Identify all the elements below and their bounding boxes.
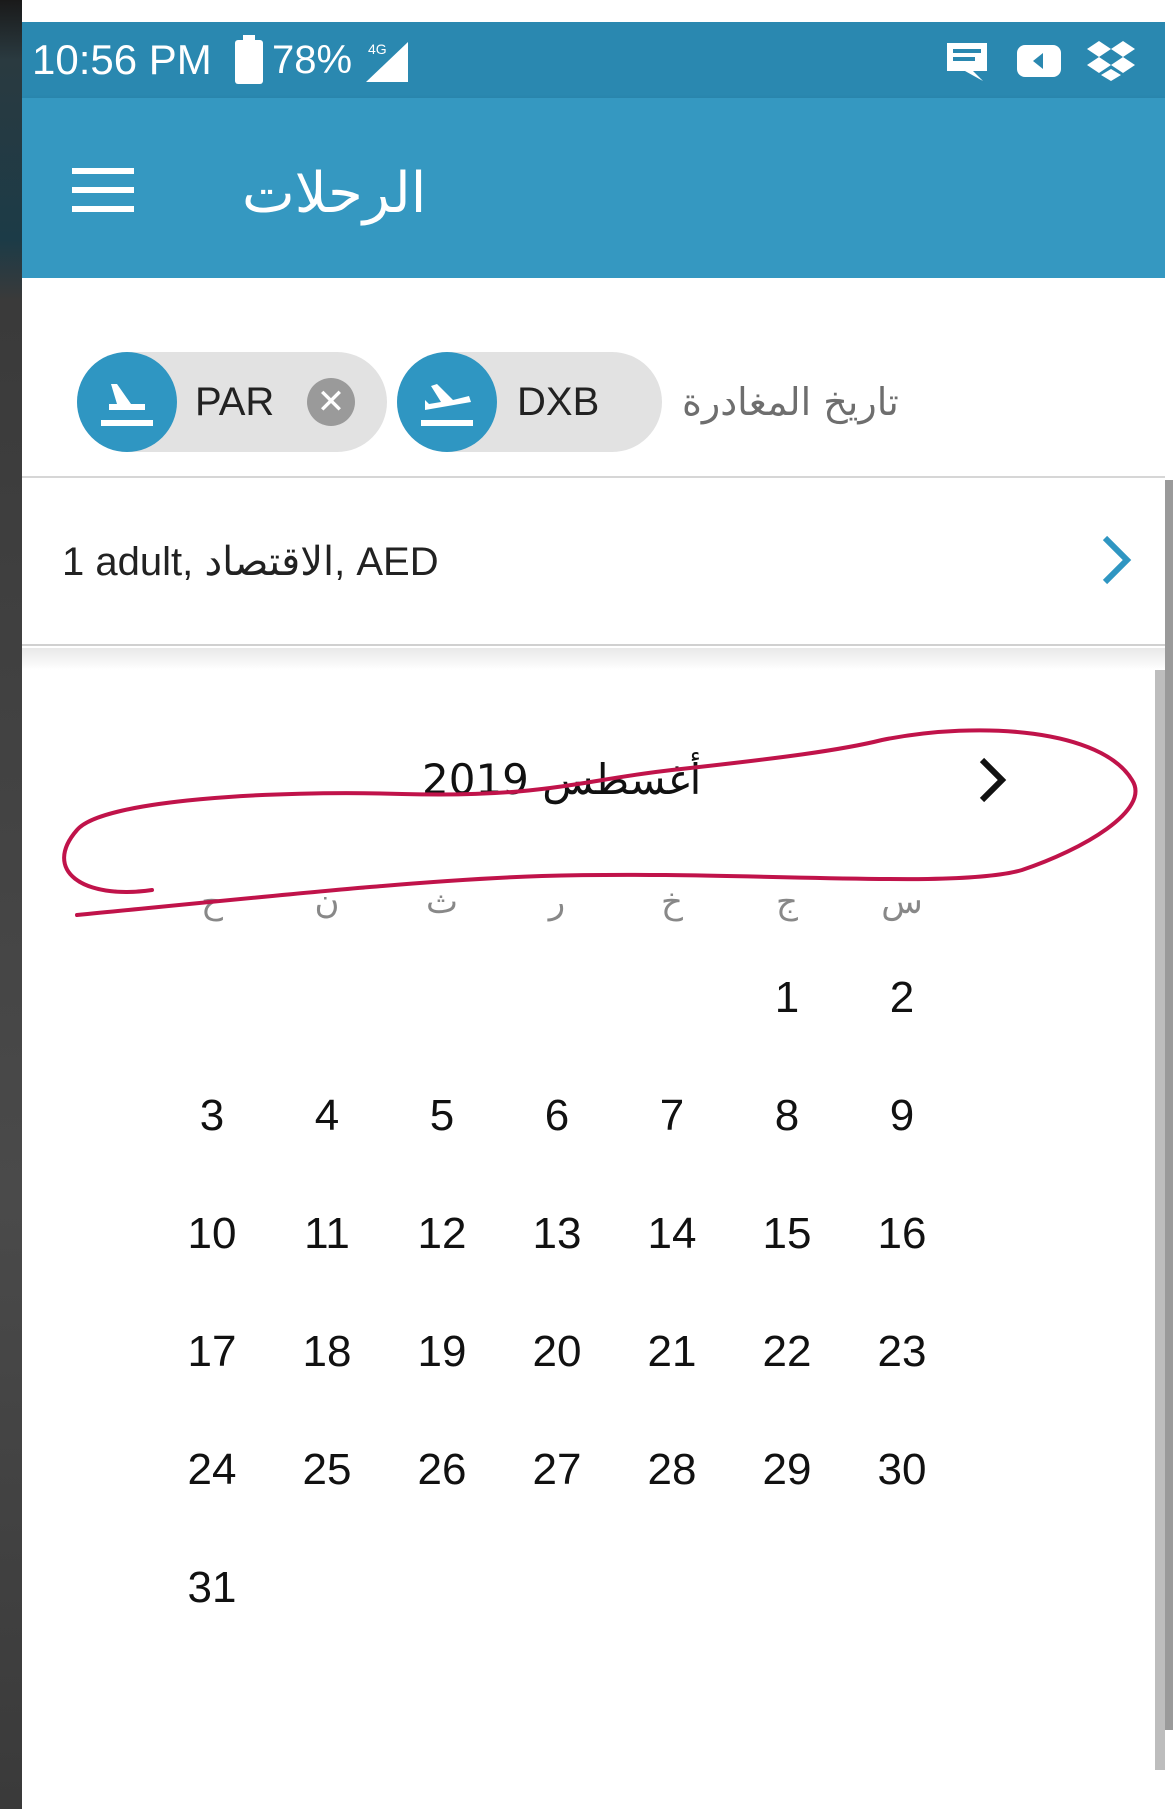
weekday-label: س	[881, 882, 923, 922]
calendar-day[interactable]: 16	[852, 1206, 952, 1262]
origin-code: PAR	[195, 380, 275, 424]
departure-date-label: تاريخ المغادرة	[682, 380, 899, 424]
calendar-day[interactable]: 11	[277, 1206, 377, 1262]
calendar-day[interactable]: 21	[622, 1324, 722, 1380]
calendar-day[interactable]: 10	[162, 1206, 262, 1262]
background-left	[0, 0, 22, 1809]
month-title: أغسطس 2019	[422, 755, 702, 804]
destination-code: DXB	[517, 380, 600, 424]
calendar-day[interactable]: 17	[162, 1324, 262, 1380]
close-icon[interactable]: ✕	[307, 378, 355, 426]
app-title: الرحلات	[242, 161, 427, 226]
route-section: PAR ✕ DXB تاريخ المغادرة	[22, 278, 1165, 478]
calendar-day[interactable]: 19	[392, 1324, 492, 1380]
airplane-landing-icon	[101, 384, 153, 426]
calendar-day[interactable]: 27	[507, 1442, 607, 1498]
app-bar: الرحلات	[22, 98, 1165, 278]
chip-avatar	[77, 352, 177, 452]
passenger-selector[interactable]: 1 adult, الاقتصاد, AED	[22, 480, 1165, 646]
weekday-label: ث	[425, 882, 458, 922]
calendar-day[interactable]: 18	[277, 1324, 377, 1380]
dropbox-icon	[1087, 41, 1135, 81]
calendar-day[interactable]: 6	[507, 1088, 607, 1144]
section-divider	[22, 648, 1165, 670]
next-month-icon[interactable]	[972, 754, 1012, 806]
calendar-day[interactable]: 31	[162, 1560, 262, 1616]
airplane-takeoff-icon	[421, 384, 473, 426]
phone-screen: 10:56 PM 78% 4G الرحلات PAR ✕ DXB تاريخ …	[22, 22, 1165, 1809]
status-time: 10:56 PM	[32, 36, 212, 83]
calendar-day[interactable]: 24	[162, 1442, 262, 1498]
calendar-day[interactable]: 29	[737, 1442, 837, 1498]
origin-chip[interactable]: PAR ✕	[77, 352, 387, 452]
calendar-day[interactable]: 4	[277, 1088, 377, 1144]
calendar-day[interactable]: 3	[162, 1088, 262, 1144]
calendar-day[interactable]: 30	[852, 1442, 952, 1498]
calendar-day[interactable]: 28	[622, 1442, 722, 1498]
calendar-day[interactable]: 25	[277, 1442, 377, 1498]
calendar-day[interactable]: 9	[852, 1088, 952, 1144]
calendar-day[interactable]: 5	[392, 1088, 492, 1144]
chevron-right-icon	[1102, 535, 1132, 585]
battery-icon	[235, 35, 263, 84]
chip-avatar	[397, 352, 497, 452]
calendar: أغسطس 2019 حنثرخجس 1 2 3 4 5 6 7 8 9 10 11 12 13 14 15…	[22, 670, 1165, 1809]
weekday-label: خ	[661, 882, 683, 922]
status-bar: 10:56 PM 78% 4G	[22, 22, 1165, 98]
signal-icon: 4G	[366, 41, 408, 82]
status-right-icons	[943, 36, 1135, 86]
message-icon	[947, 43, 987, 81]
calendar-day[interactable]: 14	[622, 1206, 722, 1262]
menu-icon[interactable]	[72, 168, 134, 212]
calendar-day[interactable]: 23	[852, 1324, 952, 1380]
calendar-day[interactable]: 20	[507, 1324, 607, 1380]
destination-chip[interactable]: DXB	[397, 352, 662, 452]
battery-percent: 78%	[272, 38, 353, 82]
passenger-summary: 1 adult, الاقتصاد, AED	[62, 540, 439, 584]
weekday-label: ن	[314, 882, 340, 922]
calendar-day[interactable]: 15	[737, 1206, 837, 1262]
calendar-day[interactable]: 12	[392, 1206, 492, 1262]
calendar-day[interactable]: 26	[392, 1442, 492, 1498]
weekday-label: ر	[548, 882, 566, 922]
calendar-day[interactable]: 8	[737, 1088, 837, 1144]
scrollbar[interactable]	[1155, 670, 1165, 1770]
calendar-day[interactable]: 7	[622, 1088, 722, 1144]
calendar-day[interactable]: 13	[507, 1206, 607, 1262]
calendar-day[interactable]: 2	[852, 970, 952, 1026]
calendar-day[interactable]: 1	[737, 970, 837, 1026]
video-icon	[1017, 45, 1061, 77]
weekday-label: ح	[201, 882, 223, 922]
network-label: 4G	[368, 41, 387, 57]
background-top	[22, 0, 1173, 22]
weekday-label: ج	[776, 882, 798, 922]
calendar-day[interactable]: 22	[737, 1324, 837, 1380]
